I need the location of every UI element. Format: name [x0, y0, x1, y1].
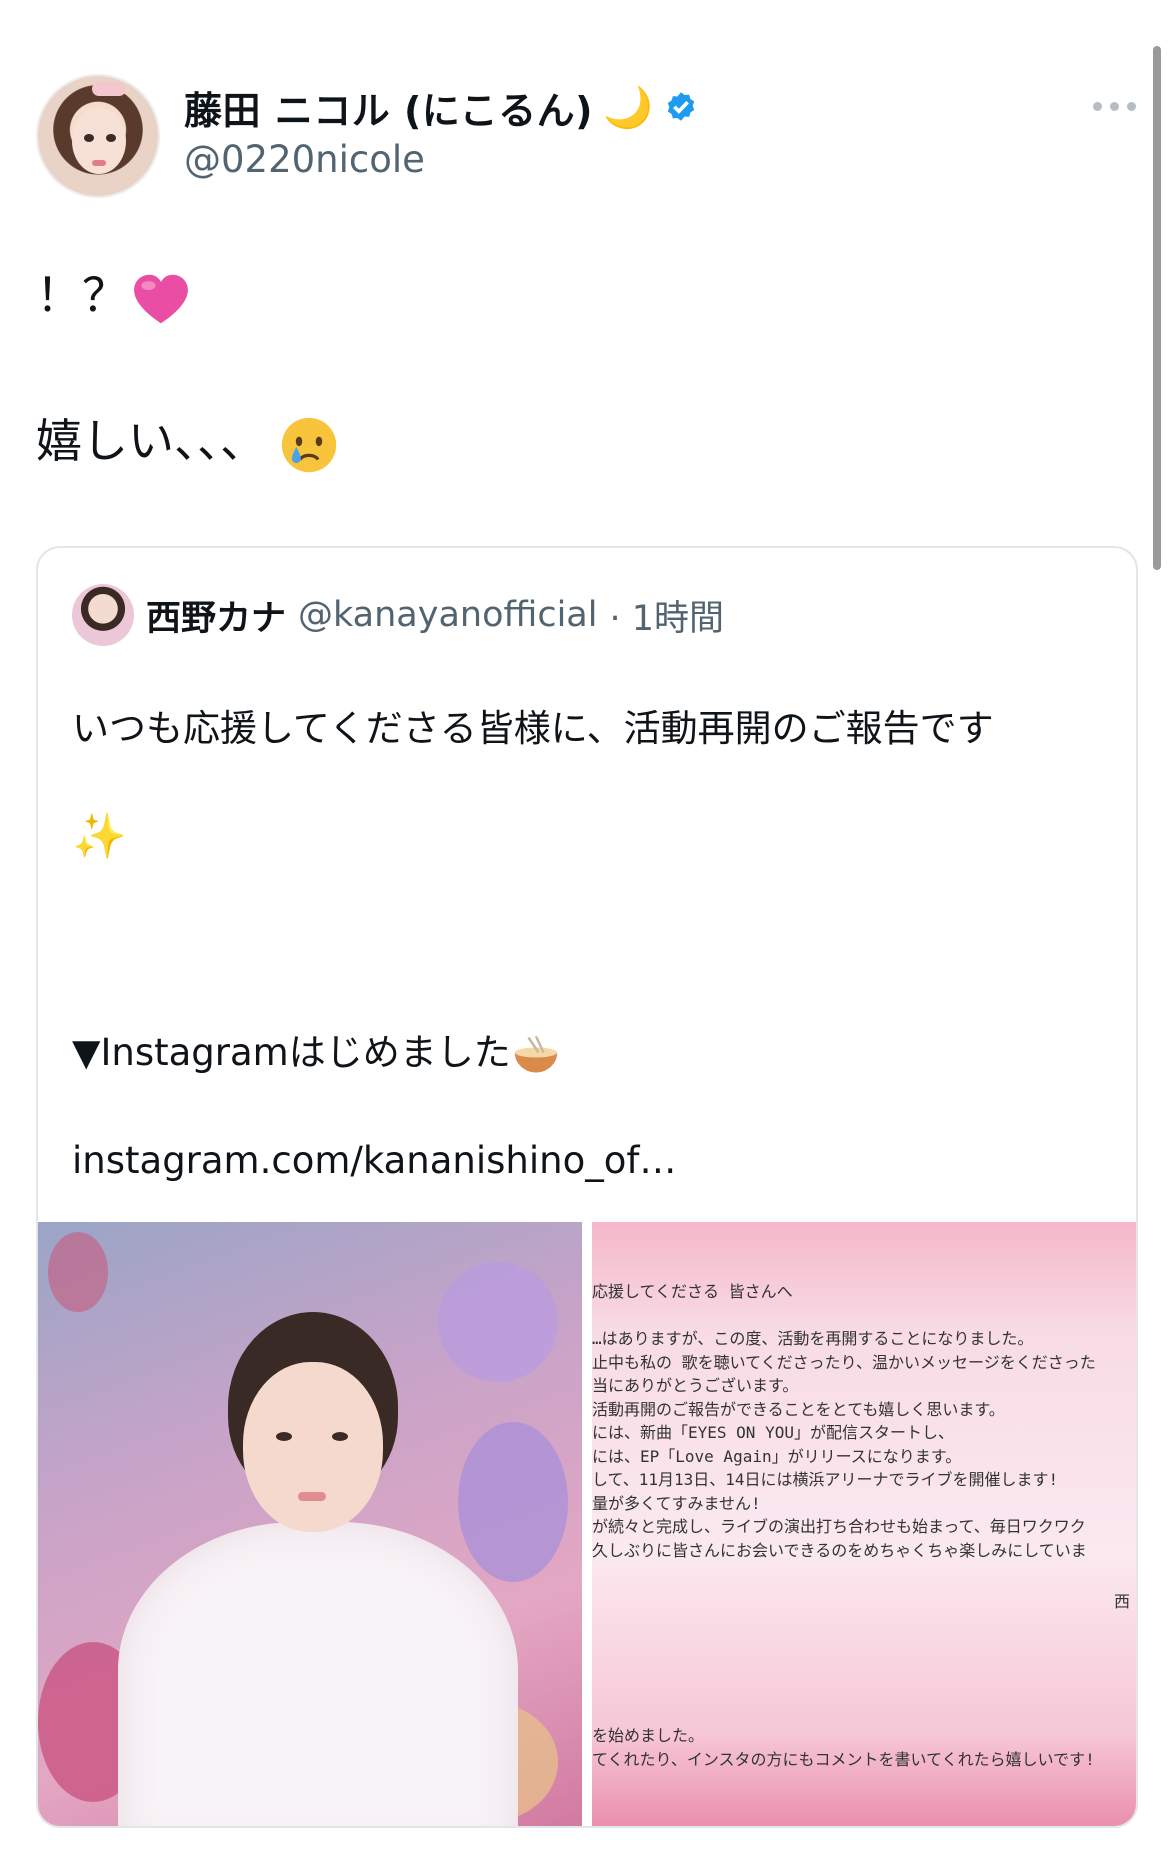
tweet-text-line-1: ！？: [36, 268, 190, 325]
instagram-text: ▼Instagramはじめました: [72, 1031, 511, 1074]
quoted-tweet-header: 西野カナ @kanayanofficial · 1時間: [72, 584, 724, 646]
quoted-display-name[interactable]: 西野カナ: [146, 590, 286, 641]
verified-badge-icon: [667, 91, 694, 121]
quoted-avatar[interactable]: [72, 584, 134, 646]
instagram-link[interactable]: instagram.com/kananishino_of…: [72, 1134, 1092, 1188]
letter-footer: を始めました。 てくれたり、インスタの方にもコメントを書いてくれたら嬉しいです!: [592, 1726, 1095, 1769]
quoted-text-line: ▼Instagramはじめました: [72, 1026, 1092, 1080]
tweet-text-line-2: 嬉しい、、、: [36, 414, 338, 474]
letter-text: 応援してくださる 皆さんへ …はありますが、この度、活動を再開することになりまし…: [592, 1282, 1096, 1560]
tweet-text: 嬉しい、、、: [36, 414, 266, 468]
quoted-timestamp: · 1時間: [609, 598, 725, 639]
pink-heart-icon: [134, 274, 188, 323]
crying-face-icon: [281, 417, 337, 472]
author-name-row[interactable]: 藤田 ニコル (にこるん) 🌙: [184, 80, 699, 135]
ramen-bowl-icon: [514, 1035, 557, 1072]
artist-photo[interactable]: [38, 1222, 582, 1826]
moon-icon: 🌙: [602, 84, 653, 131]
sparkles-icon: ✨: [72, 811, 127, 862]
tweet-text: ！？: [36, 268, 128, 322]
quoted-text-blank: [72, 918, 1092, 972]
handwritten-letter-image[interactable]: 応援してくださる 皆さんへ …はありますが、この度、活動を再開することになりまし…: [592, 1222, 1136, 1826]
display-name[interactable]: 藤田 ニコル (にこるん): [184, 80, 593, 135]
quoted-media-grid: 応援してくださる 皆さんへ …はありますが、この度、活動を再開することになりまし…: [38, 1222, 1136, 1826]
author-handle[interactable]: @0220nicole: [184, 138, 425, 181]
scrollbar[interactable]: [1153, 46, 1161, 570]
quoted-tweet-card[interactable]: 西野カナ @kanayanofficial · 1時間 いつも応援してくださる皆…: [36, 546, 1138, 1828]
tweet-header: 藤田 ニコル (にこるん) 🌙 @0220nicole: [36, 74, 1136, 198]
avatar[interactable]: [36, 74, 160, 198]
more-options-icon[interactable]: [1093, 102, 1136, 111]
quoted-handle[interactable]: @kanayanofficial: [298, 595, 597, 635]
letter-signature: 西: [1113, 1592, 1130, 1611]
quoted-text-line: いつも応援してくださる皆様に、活動再開のご報告です: [72, 707, 994, 750]
